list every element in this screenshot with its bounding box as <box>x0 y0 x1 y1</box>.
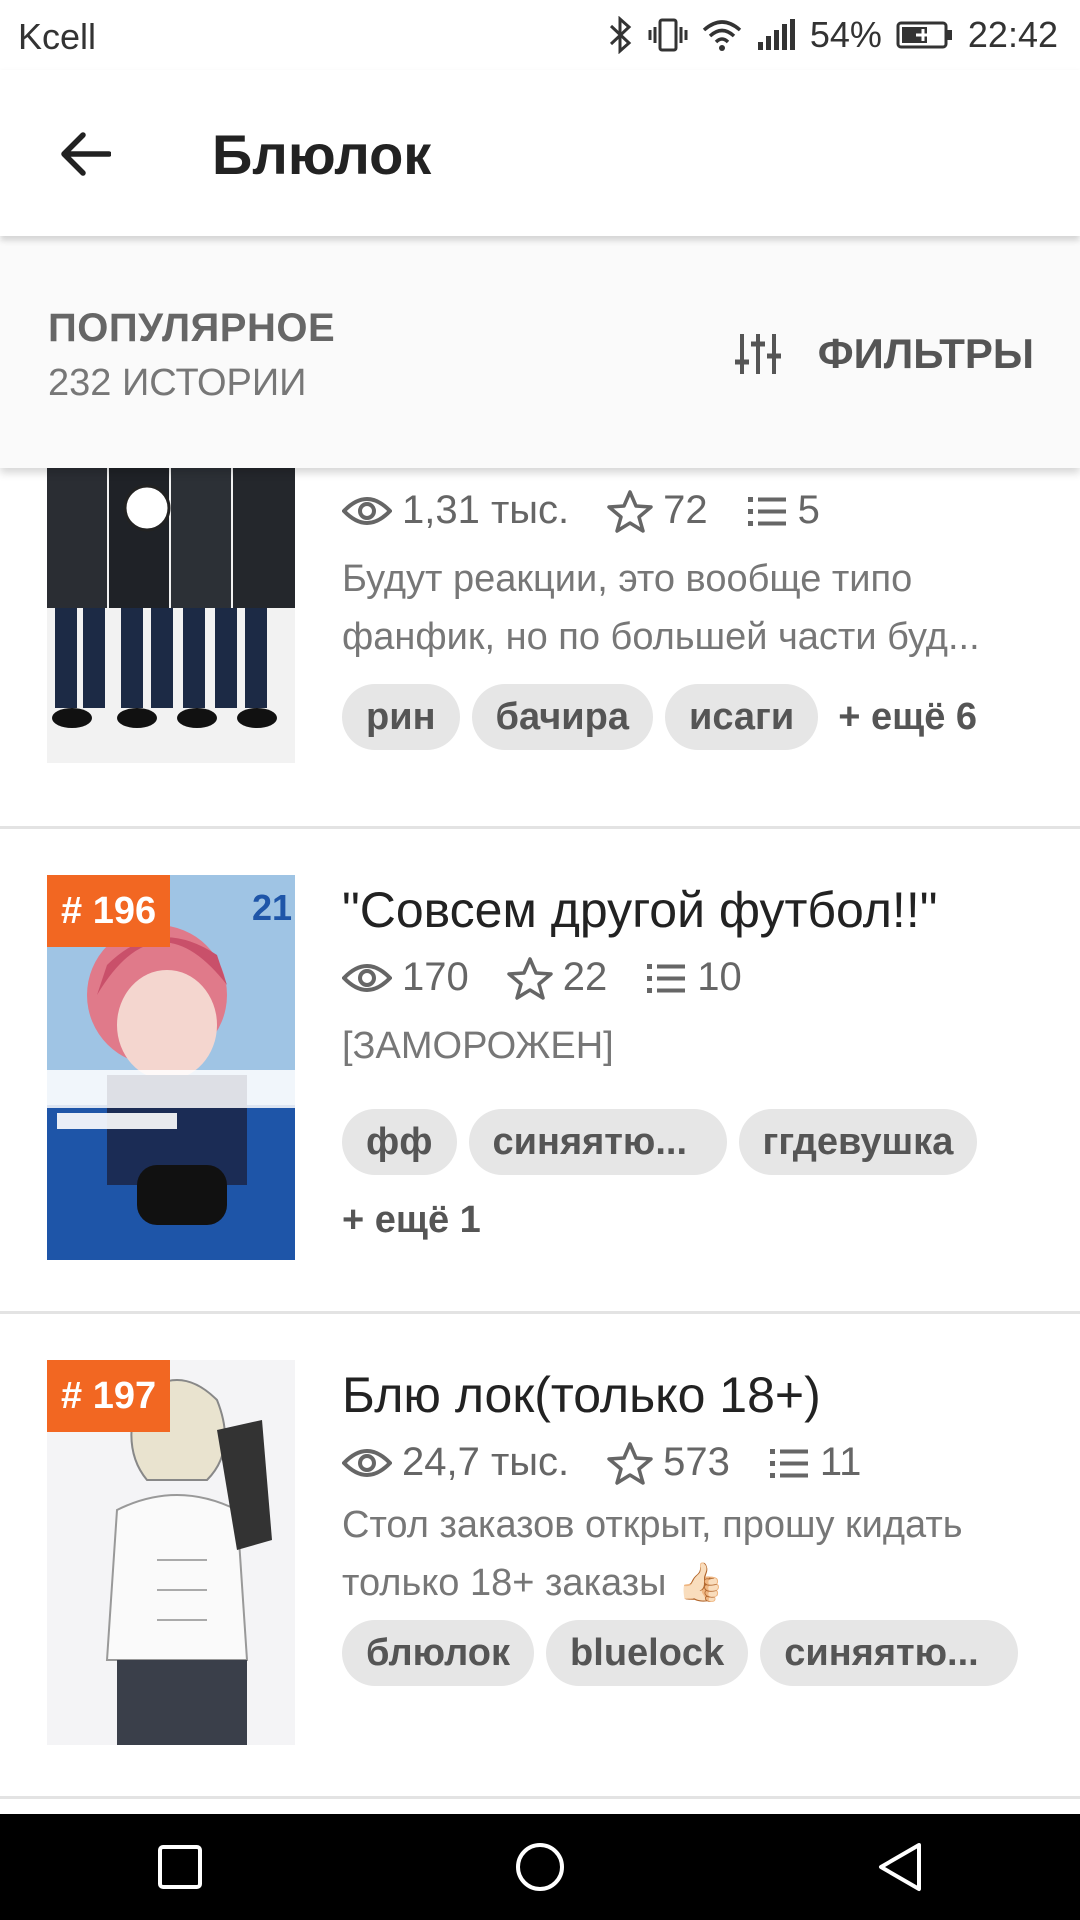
sort-mode-label[interactable]: ПОПУЛЯРНОЕ <box>48 306 335 351</box>
more-tags-link[interactable]: + ещё 1 <box>342 1187 481 1253</box>
tag-chip[interactable]: синяятю... <box>468 1109 727 1175</box>
eye-icon <box>342 963 392 992</box>
cover-image <box>47 468 295 763</box>
star-icon <box>507 956 553 1000</box>
story-list[interactable]: 1,31 тыс. 72 5 Будут реакции, это вообще… <box>0 468 1080 1814</box>
story-stats: 24,7 тыс. 573 11 <box>342 1440 899 1485</box>
story-cover[interactable]: # 197 <box>47 1360 295 1745</box>
tag-chip[interactable]: рин <box>342 684 460 750</box>
tag-chip[interactable]: ггдевушка <box>738 1109 978 1175</box>
votes-stat: 22 <box>507 955 607 1000</box>
list-icon <box>769 1448 808 1478</box>
story-title[interactable]: Блю лок(только 18+) <box>342 1366 821 1424</box>
star-icon <box>607 1441 653 1485</box>
tag-chip[interactable]: фф <box>342 1109 457 1175</box>
tag-chip[interactable]: bluelock <box>546 1620 749 1686</box>
circle-icon <box>516 1843 564 1891</box>
bluetooth-icon <box>608 16 634 54</box>
story-cover[interactable]: 21 # 196 <box>47 875 295 1260</box>
clock: 22:42 <box>967 14 1058 55</box>
rank-badge: # 196 <box>47 875 171 947</box>
wifi-icon <box>702 18 742 52</box>
list-icon <box>747 496 786 526</box>
back-nav-button[interactable] <box>840 1817 960 1917</box>
parts-stat: 5 <box>746 488 820 533</box>
parts-stat: 11 <box>768 1440 861 1485</box>
app-bar: Блюлок <box>0 70 1080 236</box>
tag-chip[interactable]: блюлок <box>342 1620 535 1686</box>
status-icons: 54% 22:42 <box>608 10 1058 60</box>
arrow-left-icon <box>61 132 111 176</box>
square-icon <box>158 1845 202 1889</box>
battery-charging-icon <box>896 20 954 50</box>
triangle-back-icon <box>879 1843 921 1891</box>
svg-text:21: 21 <box>252 887 292 928</box>
eye-icon <box>342 1448 392 1477</box>
tag-chip[interactable]: бачира <box>471 684 653 750</box>
system-nav-bar <box>0 1814 1080 1920</box>
story-item[interactable]: # 197 Блю лок(только 18+) 24,7 тыс. 573 … <box>0 1314 1080 1794</box>
list-icon <box>647 963 686 993</box>
story-item[interactable]: 21 # 196 "Совсем другой футбол!!" 170 22… <box>0 829 1080 1311</box>
vibrate-icon <box>648 16 688 54</box>
screen: Kcell 54% 22:42 Блюлок ПОПУЛЯРНОЕ 232 ИС… <box>0 0 1080 1920</box>
story-tags: рин бачира исаги + ещё 6 <box>342 684 1042 750</box>
signal-icon <box>756 18 796 52</box>
story-tags: блюлок bluelock синяятю... <box>342 1620 1042 1686</box>
recents-button[interactable] <box>120 1817 240 1917</box>
tag-chip[interactable]: исаги <box>664 684 819 750</box>
home-button[interactable] <box>480 1817 600 1917</box>
story-tags: фф синяятю... ггдевушка + ещё 1 <box>342 1109 1042 1253</box>
eye-icon <box>342 496 392 525</box>
star-icon <box>607 489 653 533</box>
filters-label: ФИЛЬТРЫ <box>817 330 1034 377</box>
views-stat: 170 <box>342 955 469 1000</box>
carrier-label: Kcell <box>18 16 97 57</box>
back-button[interactable] <box>50 124 120 184</box>
status-bar: Kcell 54% 22:42 <box>0 0 1080 70</box>
sort-header: ПОПУЛЯРНОЕ 232 ИСТОРИИ ФИЛЬТРЫ <box>0 240 1080 468</box>
tag-chip[interactable]: синяятю... <box>760 1620 1019 1686</box>
page-title: Блюлок <box>212 123 432 186</box>
parts-stat: 10 <box>645 955 742 1000</box>
filters-button[interactable]: ФИЛЬТРЫ <box>734 330 1034 378</box>
story-title[interactable]: "Совсем другой футбол!!" <box>342 881 937 939</box>
story-stats: 1,31 тыс. 72 5 <box>342 488 858 533</box>
story-count: 232 ИСТОРИИ <box>48 362 307 404</box>
story-description: Будут реакции, это вообще типо фанфик, н… <box>342 558 980 658</box>
story-description: Стол заказов открыт, прошу кидать только… <box>342 1504 963 1604</box>
story-cover[interactable] <box>47 468 295 763</box>
rank-badge: # 197 <box>47 1360 171 1432</box>
battery-percent: 54% <box>809 14 882 55</box>
list-divider <box>0 1796 1080 1799</box>
votes-stat: 573 <box>607 1440 730 1485</box>
views-stat: 24,7 тыс. <box>342 1440 569 1485</box>
more-tags-link[interactable]: + ещё 6 <box>830 684 977 750</box>
votes-stat: 72 <box>607 488 708 533</box>
sliders-icon <box>734 334 781 374</box>
story-description: [ЗАМОРОЖЕН] <box>342 1025 614 1067</box>
views-stat: 1,31 тыс. <box>342 488 569 533</box>
story-stats: 170 22 10 <box>342 955 780 1000</box>
